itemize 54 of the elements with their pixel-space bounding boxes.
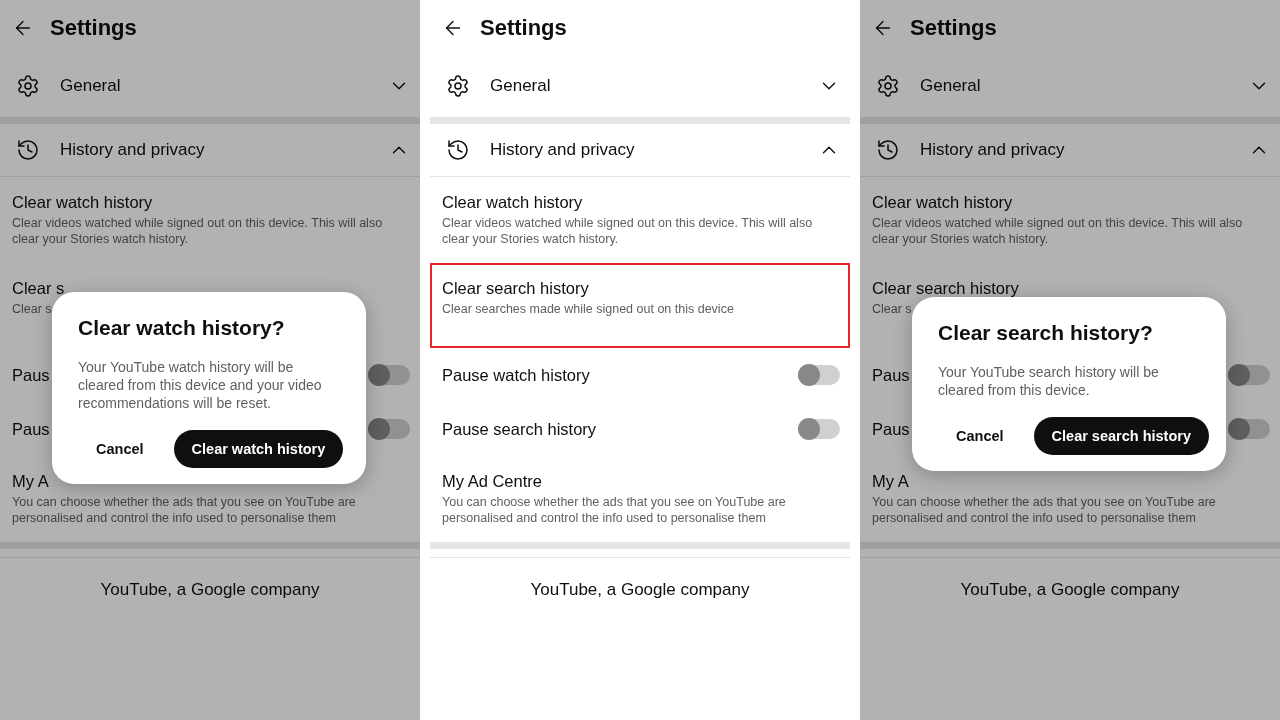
section-header[interactable]: History and privacy [920,140,1228,160]
setting-title[interactable]: Clear search history [442,279,838,298]
history-icon [876,138,900,162]
section-header[interactable]: History and privacy [60,140,368,160]
setting-title[interactable]: My A [872,472,1268,491]
dialog-title: Clear search history? [938,321,1154,345]
setting-title: Paus [12,365,50,385]
setting-description: Clear videos watched while signed out on this device. This will also clear your Stories watch history. [872,215,1244,247]
page-title: Settings [50,14,137,41]
toggle-switch[interactable] [368,365,410,385]
footer-text: YouTube, a Google company [99,579,321,600]
gear-icon [446,74,470,98]
history-icon [16,138,40,162]
dialog-message: Your YouTube search history will be cleared from this device. [938,363,1160,399]
cancel-button[interactable]: Cancel [78,431,162,467]
page-title: Settings [480,14,567,41]
history-icon [446,138,470,162]
setting-title[interactable]: Clear watch history [872,193,1268,212]
confirm-button[interactable]: Clear search history [1033,417,1209,455]
setting-description: You can choose whether the ads that you see on YouTube are personalised and control the info used to personalise them [872,494,1217,526]
setting-description: Clear videos watched while signed out on this device. This will also clear your Stories watch history. [442,215,814,247]
gear-icon [876,74,900,98]
toggle-switch[interactable] [1228,365,1270,385]
section-header[interactable]: General [920,76,1228,96]
setting-title[interactable]: Clear watch history [12,193,408,212]
setting-title[interactable]: Clear search history [872,279,1268,298]
section-header[interactable]: General [60,76,368,96]
dialog-message: Your YouTube watch history will be cleared from this device and your video recommendations will be reset. [78,358,323,412]
section-header[interactable]: General [490,76,798,96]
confirm-button[interactable]: Clear watch history [173,430,344,468]
setting-description: You can choose whether the ads that you see on YouTube are personalised and control the info used to personalise them [442,494,787,526]
setting-description: Clear searches made while signed out on this device [442,301,735,317]
footer-text: YouTube, a Google company [529,579,751,600]
setting-title: Paus [12,419,50,439]
cancel-button[interactable]: Cancel [938,418,1022,454]
setting-description: Clear videos watched while signed out on this device. This will also clear your Stories watch history. [12,215,384,247]
setting-title[interactable]: Clear watch history [442,193,838,212]
toggle-switch[interactable] [798,419,840,439]
page-title: Settings [910,14,997,41]
setting-description: Clear s [12,301,53,317]
gear-icon [16,74,40,98]
toggle-switch[interactable] [798,365,840,385]
setting-description: You can choose whether the ads that you see on YouTube are personalised and control the info used to personalise them [12,494,357,526]
setting-title[interactable]: My Ad Centre [442,472,838,491]
toggle-switch[interactable] [368,419,410,439]
setting-title: Pause watch history [442,365,590,385]
toggle-switch[interactable] [1228,419,1270,439]
footer-text: YouTube, a Google company [959,579,1181,600]
setting-title: Paus [872,419,910,439]
setting-description: Clear s [872,301,913,317]
setting-title: Paus [872,365,910,385]
dialog-title: Clear watch history? [78,316,286,340]
setting-title: Pause search history [442,419,597,439]
section-header[interactable]: History and privacy [490,140,798,160]
